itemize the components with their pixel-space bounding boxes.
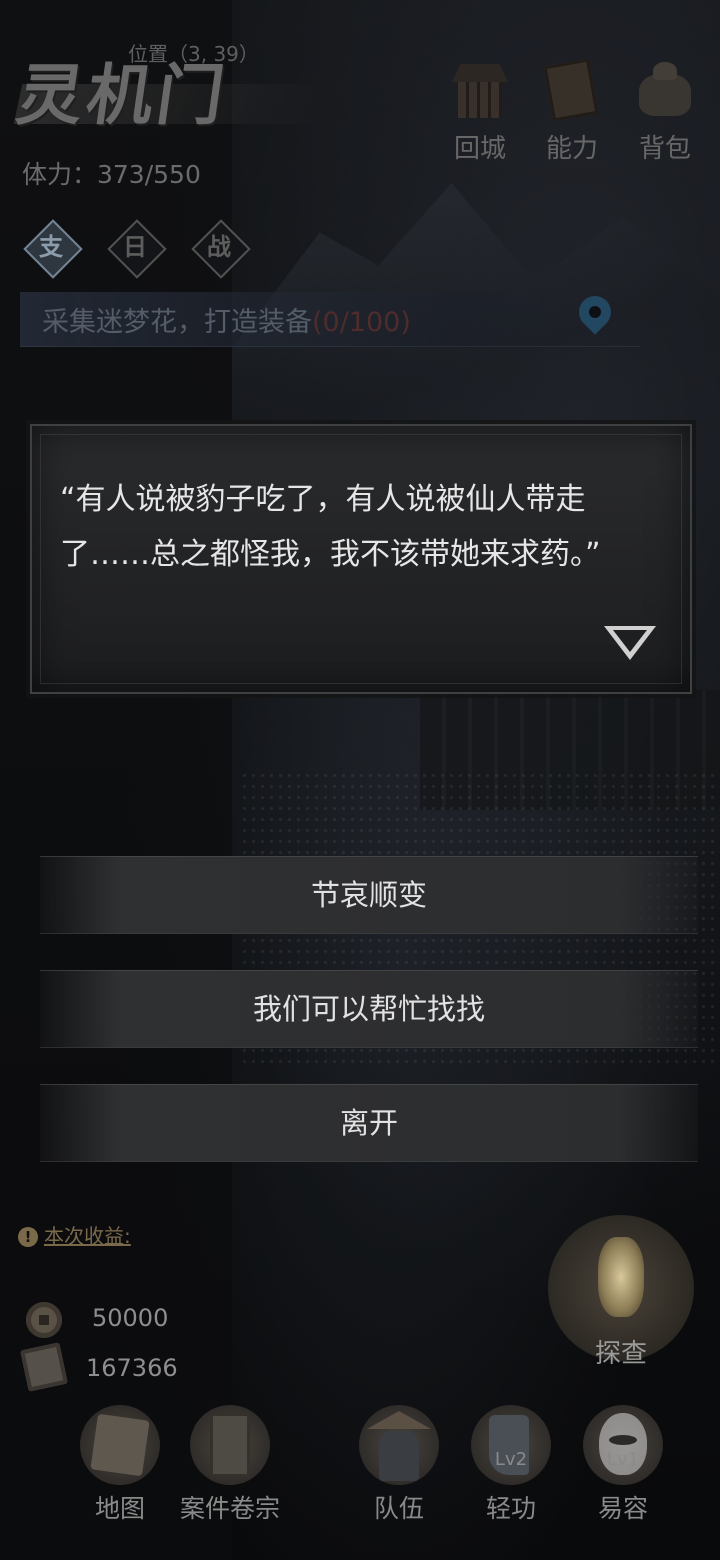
stamina-label: 体力：373/550	[22, 160, 201, 189]
skill-book-icon	[542, 60, 602, 120]
map-scroll-icon	[80, 1405, 160, 1485]
nav-lightness-skill[interactable]: Lv2 轻功	[456, 1405, 566, 1525]
lantern-icon	[598, 1237, 644, 1317]
next-arrow-icon[interactable]	[604, 626, 656, 662]
nav-disguise[interactable]: Lv1 易容	[568, 1405, 678, 1525]
disguise-level: Lv1	[606, 1449, 640, 1470]
scroll-icon	[20, 1342, 68, 1392]
nav-team-label: 队伍	[373, 1494, 424, 1523]
nav-case-files-label: 案件卷宗	[179, 1494, 280, 1523]
quest-tabs: 支 日 战	[22, 218, 262, 279]
boot-icon: Lv2	[471, 1405, 551, 1485]
earnings-title-label: 本次收益:	[44, 1224, 131, 1248]
nav-team[interactable]: 队伍	[344, 1405, 454, 1525]
quest-text: 采集迷梦花，打造装备(0/100)	[42, 300, 411, 339]
tab-branch-label: 支	[39, 232, 63, 261]
tab-branch[interactable]: 支	[22, 218, 83, 279]
case-file-icon	[190, 1405, 270, 1485]
lightness-level: Lv2	[494, 1449, 528, 1470]
explore-label: 探查	[594, 1339, 647, 1369]
choice-help-search-button[interactable]: 我们可以帮忙找找	[40, 970, 698, 1048]
copper-coin-icon	[26, 1302, 62, 1338]
tab-daily[interactable]: 日	[106, 218, 167, 279]
nav-lightness-label: 轻功	[485, 1494, 536, 1523]
nav-map[interactable]: 地图	[65, 1405, 175, 1525]
quest-description: 采集迷梦花，打造装备	[42, 307, 312, 338]
quest-progress: (0/100)	[312, 307, 411, 338]
location-pin-icon[interactable]	[577, 296, 613, 342]
bag-icon	[635, 60, 695, 120]
dialogue-box[interactable]: “有人说被豹子吃了，有人说被仙人带走了……总之都怪我，我不该带她来求药。”	[30, 424, 692, 694]
bag-label: 背包	[638, 134, 691, 164]
exclamation-icon: !	[18, 1227, 38, 1247]
team-member-icon	[359, 1405, 439, 1485]
nav-disguise-label: 易容	[597, 1494, 648, 1523]
tab-battle[interactable]: 战	[190, 218, 251, 279]
return-city-button[interactable]: 回城	[440, 60, 520, 165]
opera-mask-icon: Lv1	[583, 1405, 663, 1485]
city-gate-icon	[450, 60, 510, 120]
tab-daily-label: 日	[123, 232, 147, 261]
scroll-amount: 167366	[86, 1354, 178, 1382]
return-city-label: 回城	[453, 134, 506, 164]
quest-bar[interactable]: 采集迷梦花，打造装备(0/100)	[20, 292, 640, 347]
nav-case-files[interactable]: 案件卷宗	[175, 1405, 285, 1525]
coin-amount: 50000	[92, 1304, 169, 1332]
top-menu: 回城 能力 背包	[440, 60, 710, 170]
choice-condolence-button[interactable]: 节哀顺变	[40, 856, 698, 934]
ability-button[interactable]: 能力	[532, 60, 612, 165]
dialogue-text: “有人说被豹子吃了，有人说被仙人带走了……总之都怪我，我不该带她来求药。”	[60, 482, 601, 572]
tab-battle-label: 战	[207, 232, 231, 261]
explore-button[interactable]: 探查	[548, 1215, 694, 1369]
choice-leave-button[interactable]: 离开	[40, 1084, 698, 1162]
nav-map-label: 地图	[94, 1494, 145, 1523]
bag-button[interactable]: 背包	[625, 60, 705, 165]
ability-label: 能力	[545, 134, 598, 164]
earnings-title[interactable]: ! 本次收益:	[18, 1220, 131, 1249]
position-label: 位置（3, 39）	[128, 42, 259, 66]
